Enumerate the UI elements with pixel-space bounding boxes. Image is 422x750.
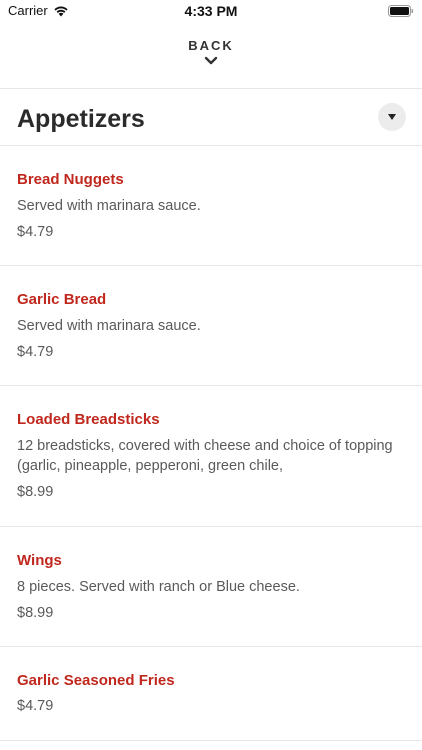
item-price: $4.79 (17, 344, 54, 360)
menu-item-garlic-bread[interactable]: Garlic Bread Served with marinara sauce.… (0, 266, 422, 386)
menu-item-loaded-breadsticks[interactable]: Loaded Breadsticks 12 breadsticks, cover… (0, 386, 422, 527)
item-price: $8.99 (17, 484, 54, 500)
caret-down-icon (388, 114, 396, 120)
menu-item-wings[interactable]: Wings 8 pieces. Served with ranch or Blu… (0, 527, 422, 647)
status-bar: Carrier 4:33 PM (0, 0, 422, 22)
item-description: Served with marinara sauce. (17, 318, 201, 334)
section-title: Appetizers (17, 105, 145, 133)
item-price: $8.99 (17, 605, 54, 621)
item-name: Wings (17, 552, 62, 569)
back-label: BACK (188, 38, 234, 53)
chevron-down-icon (204, 56, 218, 65)
item-description: Served with marinara sauce. (17, 198, 201, 214)
status-time: 4:33 PM (184, 3, 238, 19)
battery-icon (388, 5, 414, 17)
item-name: Garlic Seasoned Fries (17, 672, 175, 689)
item-description: 8 pieces. Served with ranch or Blue chee… (17, 579, 300, 595)
back-button[interactable]: BACK (0, 38, 422, 78)
menu-item-garlic-seasoned-fries[interactable]: Garlic Seasoned Fries $4.79 (0, 647, 422, 741)
item-name: Loaded Breadsticks (17, 411, 160, 428)
item-price: $4.79 (17, 224, 54, 240)
item-name: Garlic Bread (17, 291, 107, 308)
section-toggle-button[interactable] (378, 103, 406, 131)
section-header: Appetizers (0, 89, 422, 145)
item-name: Bread Nuggets (17, 171, 124, 188)
item-price: $4.79 (17, 698, 54, 714)
item-description: 12 breadsticks, covered with cheese and … (17, 438, 393, 474)
menu-item-bread-nuggets[interactable]: Bread Nuggets Served with marinara sauce… (0, 146, 422, 266)
